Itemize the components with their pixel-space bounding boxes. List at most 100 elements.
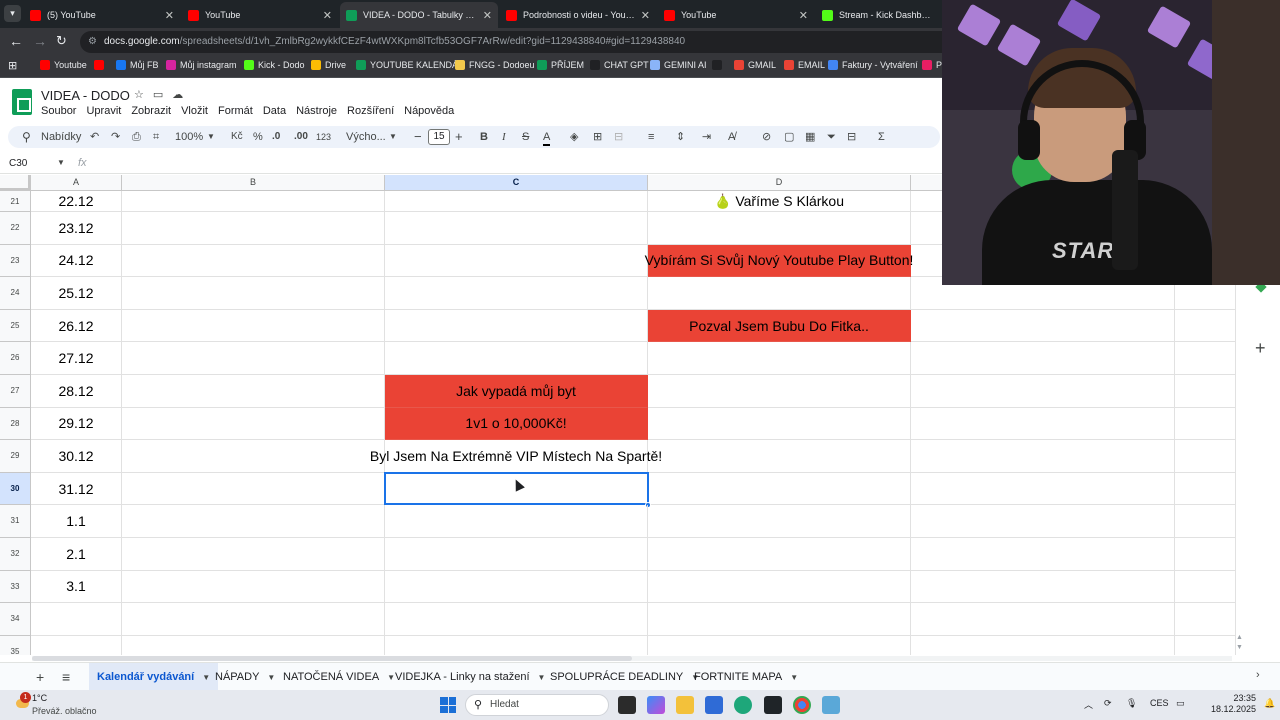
cell-a21[interactable]: 22.12 xyxy=(31,191,122,212)
cell-b29[interactable] xyxy=(122,440,385,473)
horizontal-align-icon[interactable]: ≡ xyxy=(648,130,654,144)
url-bar[interactable]: ⚙ docs.google.com/spreadsheets/d/1vh_Zml… xyxy=(80,31,960,53)
file-explorer-icon[interactable] xyxy=(676,696,694,714)
cell-f31[interactable] xyxy=(1175,505,1236,538)
cell-b24[interactable] xyxy=(122,277,385,310)
cell-f32[interactable] xyxy=(1175,538,1236,571)
tab-search-button[interactable]: ▾ xyxy=(4,5,21,22)
search-icon[interactable]: ⚲ xyxy=(22,130,31,144)
cell-d33[interactable] xyxy=(648,570,911,604)
bookmark-item[interactable]: Kick - Dodo xyxy=(244,60,305,70)
cell-a29[interactable]: 30.12 xyxy=(31,440,122,473)
cell-d24[interactable] xyxy=(648,277,911,310)
bookmark-item[interactable]: Můj FB xyxy=(116,60,159,70)
cell-f30[interactable] xyxy=(1175,472,1236,506)
close-tab-icon[interactable]: ✕ xyxy=(641,9,650,22)
cell-b26[interactable] xyxy=(122,342,385,375)
bookmark-item[interactable] xyxy=(712,60,726,70)
paint-format-icon[interactable]: ⌗ xyxy=(153,130,159,144)
row-header[interactable]: 34 xyxy=(0,603,31,636)
close-tab-icon[interactable]: ✕ xyxy=(323,9,332,22)
italic-icon[interactable]: I xyxy=(502,130,506,144)
undo-icon[interactable]: ↶ xyxy=(90,130,99,144)
font-size-field[interactable]: 15 xyxy=(428,129,450,145)
percent-format[interactable]: % xyxy=(253,130,263,144)
fill-color-icon[interactable]: ◈ xyxy=(570,130,578,144)
cell-a31[interactable]: 1.1 xyxy=(31,505,122,538)
bookmark-item[interactable]: P xyxy=(922,60,942,70)
back-icon[interactable]: ← xyxy=(9,34,23,48)
cell-b28[interactable] xyxy=(122,407,385,441)
sheet-tab[interactable]: VIDEJKA - Linky na stažení ▼ xyxy=(387,663,553,691)
cell-b33[interactable] xyxy=(122,570,385,604)
cell-c23[interactable] xyxy=(385,244,648,278)
cell-a28[interactable]: 29.12 xyxy=(31,407,122,441)
cell-f25[interactable] xyxy=(1175,309,1236,343)
more-formats[interactable]: 123 xyxy=(316,130,331,144)
cell-c33[interactable] xyxy=(385,570,648,604)
menu-item[interactable]: Vložit xyxy=(181,105,208,117)
copilot-icon[interactable] xyxy=(647,696,665,714)
browser-tab[interactable]: YouTube ✕ xyxy=(182,2,338,28)
cell-c21[interactable] xyxy=(385,191,648,212)
close-tab-icon[interactable]: ✕ xyxy=(165,9,174,22)
cell-b31[interactable] xyxy=(122,505,385,538)
sheet-tab[interactable]: Kalendář vydávání ▼ xyxy=(89,663,219,691)
cell-d28[interactable] xyxy=(648,407,911,441)
bookmark-item[interactable]: YOUTUBE KALENDÁŘ xyxy=(356,60,465,70)
menu-item[interactable]: Nástroje xyxy=(296,105,337,117)
cell-c27[interactable]: Jak vypadá můj byt xyxy=(385,375,648,408)
cell-f29[interactable] xyxy=(1175,440,1236,473)
insert-link-icon[interactable]: ⊘ xyxy=(762,130,771,144)
insert-chart-icon[interactable]: ▦ xyxy=(805,130,815,144)
star-icon[interactable]: ☆ xyxy=(134,89,153,101)
task-view-icon[interactable] xyxy=(618,696,636,714)
row-header[interactable]: 25 xyxy=(0,309,31,343)
row-header[interactable]: 28 xyxy=(0,407,31,441)
cell-e29[interactable] xyxy=(911,440,1175,473)
bookmark-item[interactable]: GEMINI AI xyxy=(650,60,707,70)
menu-item[interactable]: Soubor xyxy=(41,105,76,117)
cell-a22[interactable]: 23.12 xyxy=(31,212,122,245)
cell-d30[interactable] xyxy=(648,472,911,506)
filter-icon[interactable]: ⏷ xyxy=(827,130,836,144)
borders-icon[interactable]: ⊞ xyxy=(593,130,602,144)
currency-format[interactable]: Kč xyxy=(231,130,243,144)
cell-b23[interactable] xyxy=(122,244,385,278)
bookmark-item[interactable]: PŘÍJEM xyxy=(537,60,584,70)
menu-item[interactable]: Zobrazit xyxy=(131,105,171,117)
column-header[interactable]: B xyxy=(122,175,385,191)
scroll-down-icon[interactable]: ▼ xyxy=(1236,644,1243,651)
bookmark-item[interactable] xyxy=(94,60,108,70)
tray-chevron-icon[interactable]: ︿ xyxy=(1084,698,1093,711)
bookmark-item[interactable]: EMAIL xyxy=(784,60,825,70)
menu-item[interactable]: Nápověda xyxy=(404,105,454,117)
cell-f33[interactable] xyxy=(1175,570,1236,604)
menu-item[interactable]: Formát xyxy=(218,105,253,117)
cell-e34[interactable] xyxy=(911,603,1175,636)
bookmark-item[interactable]: CHAT GPT xyxy=(590,60,649,70)
cell-e26[interactable] xyxy=(911,342,1175,375)
cell-c25[interactable] xyxy=(385,309,648,343)
chevron-down-icon[interactable]: ▼ xyxy=(790,673,798,682)
apps-grid-icon[interactable]: ⊞ xyxy=(8,60,17,72)
notifications-bell-icon[interactable]: 🔔 xyxy=(1264,698,1275,709)
cell-b22[interactable] xyxy=(122,212,385,245)
row-header[interactable]: 30 xyxy=(0,472,31,506)
font-select[interactable]: Výcho... xyxy=(346,130,386,144)
cell-c32[interactable] xyxy=(385,538,648,571)
row-header[interactable]: 21 xyxy=(0,191,31,212)
app-icon[interactable] xyxy=(822,696,840,714)
column-header[interactable]: C xyxy=(385,175,648,191)
cell-b21[interactable] xyxy=(122,191,385,212)
row-header[interactable]: 29 xyxy=(0,440,31,473)
increase-decimal[interactable]: .00 xyxy=(294,130,308,144)
redo-icon[interactable]: ↷ xyxy=(111,130,120,144)
sheet-tab[interactable]: SPOLUPRÁCE DEADLINY ▼ xyxy=(542,663,707,691)
cell-a25[interactable]: 26.12 xyxy=(31,309,122,343)
cell-d27[interactable] xyxy=(648,375,911,408)
cell-e32[interactable] xyxy=(911,538,1175,571)
menu-item[interactable]: Upravit xyxy=(86,105,121,117)
cell-f26[interactable] xyxy=(1175,342,1236,375)
forward-icon[interactable]: → xyxy=(33,34,47,48)
